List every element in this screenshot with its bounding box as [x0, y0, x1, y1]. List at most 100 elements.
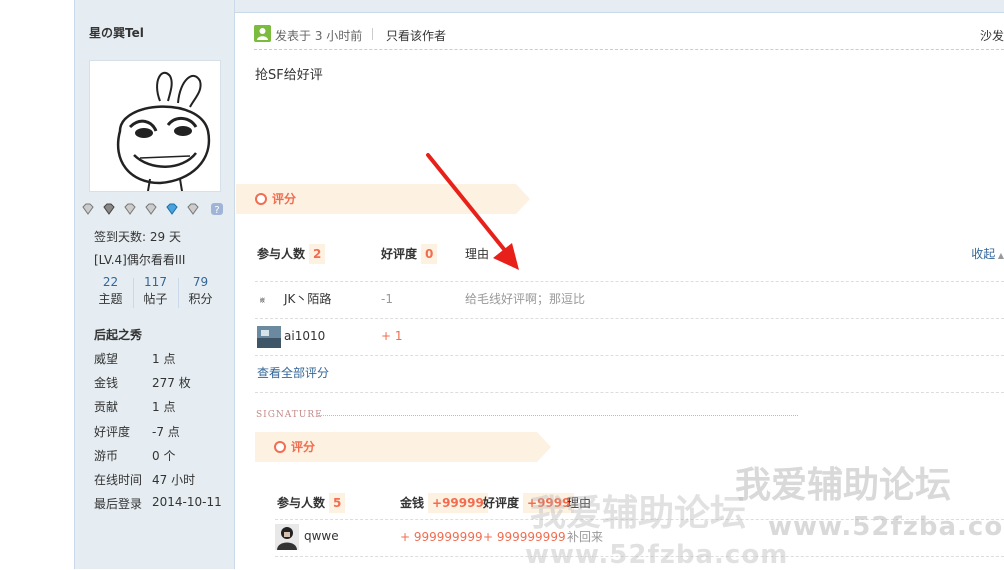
count-credits-label: 积分: [188, 292, 213, 306]
money-total: +99999: [428, 493, 488, 513]
profile-value: -7 点: [152, 425, 180, 439]
rater-name[interactable]: JK丶陌路: [284, 289, 331, 309]
only-author-link[interactable]: 只看该作者: [386, 27, 446, 44]
signature-label: SIGNATURE: [256, 410, 323, 420]
medal-list: ?: [81, 202, 231, 220]
author-name-link[interactable]: 星の巽Tel: [89, 24, 144, 41]
left-margin: [0, 0, 75, 569]
checkin-days: 签到天数: 29 天: [94, 230, 181, 244]
rating-title: 评分: [272, 192, 297, 206]
participants-count: 5: [329, 493, 346, 513]
rating-title: 评分: [291, 440, 316, 454]
rater-name[interactable]: ai1010: [284, 326, 325, 346]
rate-reason: 给毛线好评啊；那逗比: [465, 292, 586, 306]
rating-header-row: 参与人数 2 好评度 0 理由 收起 ▲: [255, 244, 1004, 282]
count-posts[interactable]: 117 帖子: [134, 274, 177, 308]
profile-value: 47 小时: [152, 473, 196, 487]
user-group[interactable]: 后起之秀: [94, 326, 142, 343]
divider: [254, 49, 1004, 50]
participants-header: 参与人数 2: [257, 244, 326, 264]
diamond-icon[interactable]: [144, 202, 158, 216]
user-avatar-icon[interactable]: 嵌: [257, 290, 281, 310]
money-label: 金钱: [400, 496, 425, 510]
profile-row: 威望 1 点: [94, 350, 234, 366]
svg-text:?: ?: [214, 205, 219, 216]
diamond-icon[interactable]: [81, 202, 95, 216]
divider: [318, 415, 798, 416]
avatar[interactable]: [89, 60, 221, 192]
profile-value: 1 点: [152, 400, 176, 414]
diamond-icon[interactable]: [186, 202, 200, 216]
table-row: 嵌 JK丶陌路 -1 给毛线好评啊；那逗比: [255, 281, 1004, 319]
user-counts: 22 主题 117 帖子 79 积分: [89, 274, 219, 310]
view-all-ratings-link[interactable]: 查看全部评分: [257, 363, 329, 383]
circle-icon: [274, 441, 286, 453]
rating-banner: 评分: [236, 184, 551, 214]
post-content: 抢SF给好评: [255, 68, 323, 83]
participants-count: 2: [309, 244, 326, 264]
rater-name[interactable]: qwwe: [304, 526, 339, 546]
participants-label: 参与人数: [257, 247, 306, 261]
money-value: + 999999999: [400, 530, 483, 544]
profile-row: 好评度 -7 点: [94, 423, 234, 439]
table-row: qwwe + 999999999 + 999999999 补回来: [275, 520, 1004, 557]
rep-label: 好评度: [381, 247, 418, 261]
rep-label: 好评度: [483, 496, 520, 510]
table-row: ai1010 + 1: [255, 318, 1004, 356]
profile-key: 在线时间: [94, 473, 143, 487]
user-avatar-icon[interactable]: [275, 524, 299, 550]
participants-label: 参与人数: [277, 496, 326, 510]
rating-banner: 评分: [255, 432, 555, 462]
online-status-icon: [254, 25, 271, 42]
count-threads-label: 主题: [98, 292, 123, 306]
count-posts-label: 帖子: [143, 292, 168, 306]
caret-up-icon: ▲: [995, 251, 1004, 260]
user-avatar-icon[interactable]: [257, 326, 281, 348]
circle-icon: [255, 193, 267, 205]
count-credits-value: 79: [192, 275, 209, 289]
diamond-icon[interactable]: [123, 202, 137, 216]
profile-key: 最后登录: [94, 497, 143, 511]
collapse-link[interactable]: 收起 ▲: [971, 244, 1004, 266]
count-posts-value: 117: [144, 275, 167, 289]
count-credits[interactable]: 79 积分: [179, 274, 222, 308]
profile-value: 1 点: [152, 352, 176, 366]
view-all-row: 查看全部评分: [255, 355, 1004, 393]
svg-text:嵌: 嵌: [260, 297, 265, 304]
rep-value: + 1: [381, 329, 403, 343]
participants-header: 参与人数 5: [277, 493, 346, 513]
profile-row: 最后登录 2014-10-11: [94, 495, 234, 511]
rep-header: 好评度 0: [381, 244, 438, 264]
reason-header: 理由: [465, 247, 490, 261]
profile-key: 威望: [94, 352, 119, 366]
question-icon[interactable]: ?: [210, 202, 224, 216]
profile-row: 游币 0 个: [94, 447, 234, 463]
blue-diamond-icon[interactable]: [165, 202, 179, 216]
profile-row: 在线时间 47 小时: [94, 471, 234, 487]
count-threads[interactable]: 22 主题: [89, 274, 132, 308]
profile-key: 金钱: [94, 376, 119, 390]
profile-key: 贡献: [94, 400, 119, 414]
profile-row: 贡献 1 点: [94, 398, 234, 414]
profile-key: 游币: [94, 449, 119, 463]
floor-number[interactable]: 沙发: [980, 27, 1004, 44]
profile-key: 好评度: [94, 425, 131, 439]
profile-value: 277 枚: [152, 376, 191, 390]
rate-reason: 补回来: [567, 530, 604, 544]
profile-value: 2014-10-11: [152, 495, 222, 509]
profile-row: 金钱 277 枚: [94, 374, 234, 390]
profile-value: 0 个: [152, 449, 176, 463]
top-border: [235, 0, 1004, 13]
rabbit-avatar-icon: [116, 71, 211, 192]
user-level[interactable]: [LV.4]偶尔看看III: [94, 251, 185, 268]
count-threads-value: 22: [102, 275, 119, 289]
post-time: 发表于 3 小时前: [275, 29, 363, 43]
collapse-label: 收起: [971, 247, 996, 261]
diamond-icon[interactable]: [102, 202, 116, 216]
rep-value: + 999999999: [483, 530, 566, 544]
author-sidebar: 星の巽Tel ? 签到天数: 29 天 [LV.4]偶尔看看III 22 主题: [75, 0, 235, 569]
post-header: 发表于 3 小时前 只看该作者 沙发: [254, 24, 1004, 44]
rating-header-row: 参与人数 5 金钱 +99999 好评度 +9999 理由: [275, 493, 1004, 520]
rep-total: 0: [421, 244, 438, 264]
rep-value: -1: [381, 292, 393, 306]
